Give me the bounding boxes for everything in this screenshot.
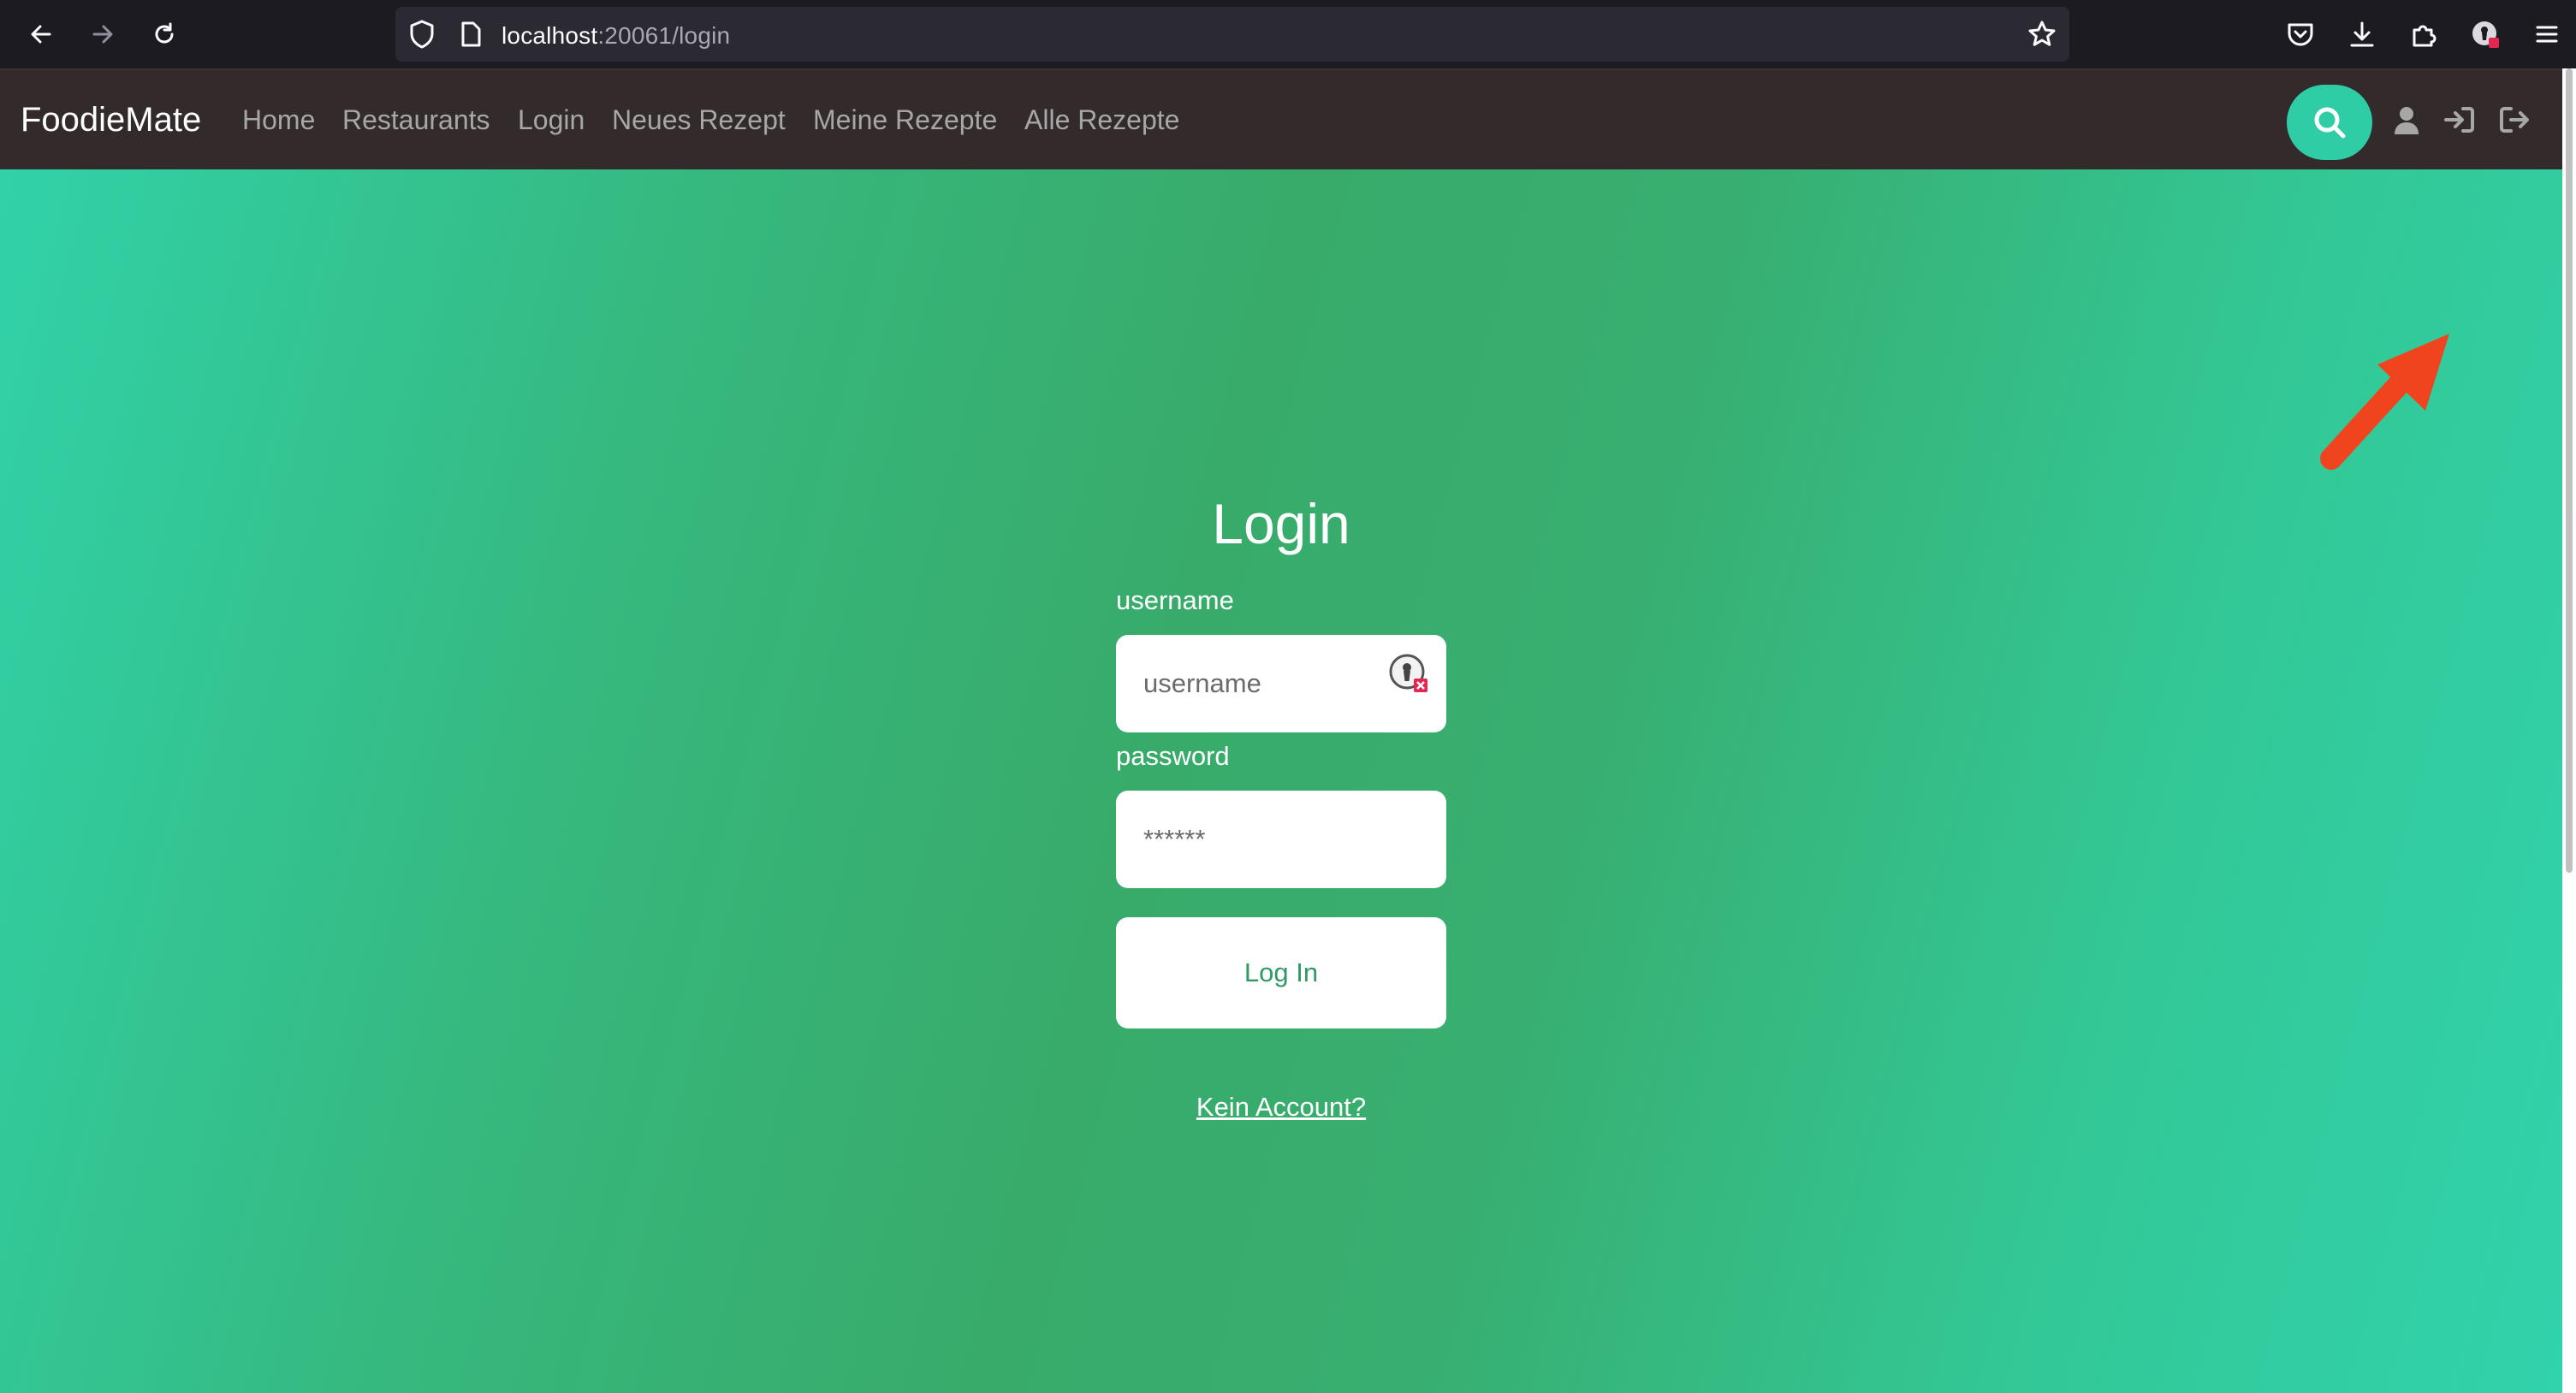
pocket-button[interactable] — [2282, 15, 2319, 53]
reload-button[interactable] — [144, 14, 185, 55]
nav-link-alle-rezepte[interactable]: Alle Rezepte — [1024, 104, 1179, 136]
login-submit-button[interactable]: Log In — [1116, 917, 1446, 1028]
page-scrollbar[interactable] — [2562, 68, 2576, 1393]
signup-link[interactable]: Kein Account? — [0, 1092, 2562, 1123]
url-text: localhost:20061/login — [502, 22, 730, 50]
bookmark-star-icon[interactable] — [2027, 19, 2057, 50]
nav-link-home[interactable]: Home — [242, 104, 315, 136]
sign-in-icon — [2444, 107, 2474, 133]
sign-out-button[interactable] — [2496, 101, 2533, 139]
password-manager-icon[interactable] — [1388, 653, 1429, 694]
downloads-button[interactable] — [2343, 15, 2381, 53]
download-icon — [2350, 21, 2374, 47]
scrollbar-thumb[interactable] — [2566, 68, 2573, 873]
app-menu-button[interactable] — [2528, 15, 2566, 53]
keyhole-extension-icon — [2472, 21, 2499, 48]
back-arrow-icon — [31, 25, 51, 44]
pocket-icon — [2288, 23, 2313, 46]
forward-button[interactable] — [82, 14, 123, 55]
nav-link-login[interactable]: Login — [518, 104, 585, 136]
reload-icon — [155, 22, 174, 44]
sign-out-icon — [2500, 107, 2529, 133]
user-icon — [2395, 107, 2419, 134]
url-bar[interactable]: localhost:20061/login — [395, 7, 2069, 62]
search-icon — [2314, 107, 2346, 139]
back-button[interactable] — [21, 14, 62, 55]
hamburger-menu-icon — [2536, 26, 2558, 43]
app-navbar: FoodieMate Home Restaurants Login Neues … — [0, 68, 2562, 169]
shield-icon — [410, 20, 434, 49]
page-title: Login — [1212, 492, 1350, 555]
password-label: password — [1116, 741, 1230, 771]
page-icon — [461, 21, 481, 47]
brand-logo[interactable]: FoodieMate — [21, 101, 201, 139]
nav-link-restaurants[interactable]: Restaurants — [342, 104, 490, 136]
profile-extension-button[interactable] — [2466, 15, 2504, 53]
puzzle-icon — [2413, 25, 2437, 47]
username-label: username — [1116, 585, 1234, 615]
search-button[interactable] — [2287, 85, 2372, 160]
sign-in-button[interactable] — [2441, 101, 2478, 139]
nav-link-neues-rezept[interactable]: Neues Rezept — [612, 104, 786, 136]
forward-arrow-icon — [92, 25, 113, 44]
login-page: Login username password Log In Kein Acco… — [0, 169, 2562, 1393]
url-host: localhost — [502, 22, 598, 49]
password-input[interactable] — [1116, 791, 1446, 888]
extensions-button[interactable] — [2405, 15, 2442, 53]
nav-link-meine-rezepte[interactable]: Meine Rezepte — [813, 104, 997, 136]
annotation-arrow-icon — [2320, 334, 2449, 470]
profile-button[interactable] — [2388, 101, 2425, 139]
browser-toolbar: localhost:20061/login — [0, 0, 2576, 68]
url-path: :20061/login — [597, 22, 731, 49]
